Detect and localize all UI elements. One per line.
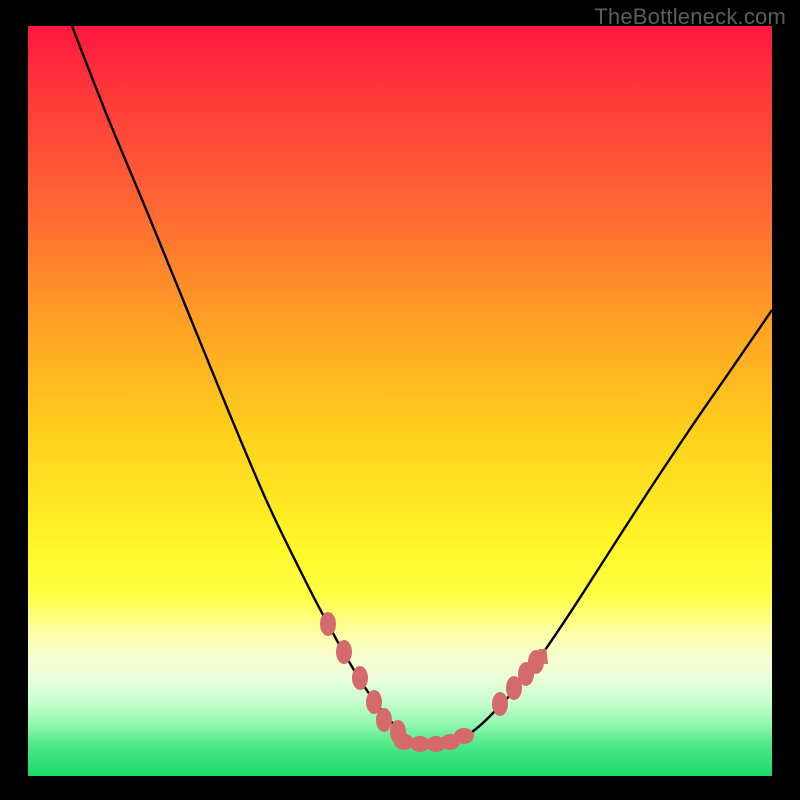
chart-svg	[28, 26, 772, 776]
data-marker	[336, 640, 352, 664]
data-marker	[492, 692, 508, 716]
data-marker	[320, 612, 336, 636]
marker-fuzz-right	[539, 649, 548, 664]
marker-cluster-left	[320, 612, 406, 744]
data-marker	[376, 708, 392, 732]
data-marker	[454, 728, 474, 744]
bottleneck-curve	[72, 26, 772, 744]
data-marker	[352, 666, 368, 690]
marker-cluster-bottom	[394, 728, 474, 752]
marker-cluster-right	[492, 650, 544, 716]
chart-frame	[28, 26, 772, 776]
